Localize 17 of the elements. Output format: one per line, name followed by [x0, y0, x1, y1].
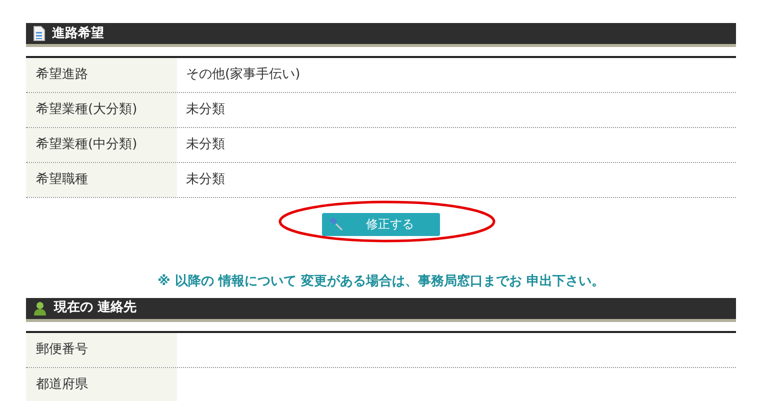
- section-title: 進路希望: [52, 24, 104, 43]
- person-icon: [33, 300, 47, 316]
- row-value: その他(家事手伝い): [185, 66, 302, 84]
- document-icon: [33, 26, 45, 41]
- row-value: 未分類: [185, 136, 226, 154]
- pushpin-icon: [328, 217, 344, 231]
- row-value: 未分類: [185, 171, 226, 190]
- row-label: 郵便番号: [26, 332, 177, 366]
- row-value: 未分類: [185, 101, 226, 120]
- edit-button[interactable]: 修正する: [322, 212, 440, 236]
- row-label: 希望業種(中分類): [26, 128, 177, 162]
- row-label: 希望業種(大分類): [26, 93, 177, 127]
- notice-text: ※ 以降の 情報について 変更がある場合は、事務局窓口までお 申出下さい。: [158, 272, 604, 291]
- row-label: 希望職種: [26, 163, 177, 197]
- row-label: 希望進路: [26, 58, 177, 92]
- section-title: 現在の 連絡先: [54, 299, 137, 318]
- row-label: 都道府県: [26, 368, 177, 401]
